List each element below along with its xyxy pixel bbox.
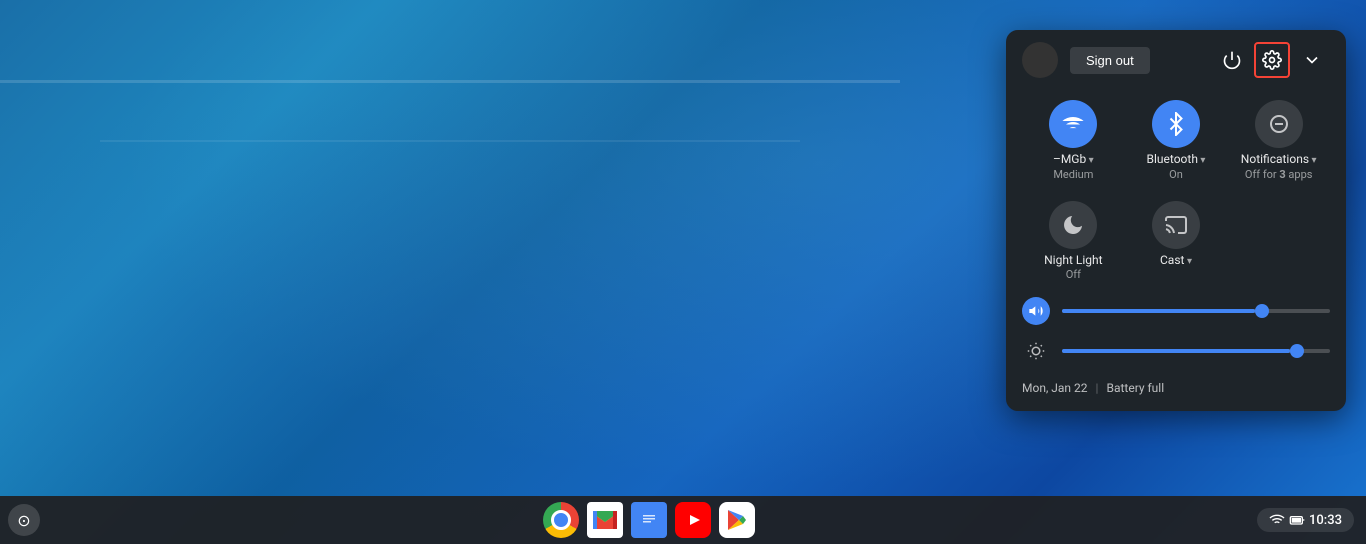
footer-divider: | — [1096, 381, 1099, 395]
volume-slider-track[interactable] — [1062, 309, 1330, 313]
volume-icon-circle — [1022, 297, 1050, 325]
gear-icon — [1262, 50, 1282, 70]
wifi-toggle[interactable]: –MGb ▾ Medium — [1022, 90, 1125, 191]
bluetooth-sublabel: On — [1169, 168, 1183, 181]
nightlight-label: Night Light — [1044, 253, 1102, 269]
bluetooth-label: Bluetooth ▾ — [1147, 152, 1206, 168]
nightlight-toggle-circle — [1049, 201, 1097, 249]
toggles-row-2: Night Light Off Cast ▾ — [1006, 191, 1346, 292]
notifications-sublabel: Off for 3 apps — [1245, 168, 1313, 181]
settings-button[interactable] — [1254, 42, 1290, 78]
panel-footer: Mon, Jan 22 | Battery full — [1006, 371, 1346, 399]
gmail-icon — [587, 502, 623, 538]
taskbar-right: 10:33 — [1257, 508, 1366, 532]
notifications-toggle[interactable]: Notifications ▾ Off for 3 apps — [1227, 90, 1330, 191]
chrome-icon — [543, 502, 579, 538]
wifi-icon — [1061, 112, 1085, 136]
brightness-slider-thumb — [1290, 344, 1304, 358]
taskbar-left — [0, 504, 40, 536]
tray-time: 10:33 — [1309, 513, 1342, 528]
nightlight-sublabel: Off — [1066, 268, 1081, 281]
system-tray[interactable]: 10:33 — [1257, 508, 1354, 532]
taskbar: 10:33 — [0, 496, 1366, 544]
youtube-icon — [675, 502, 711, 538]
cast-label: Cast ▾ — [1160, 253, 1192, 269]
panel-header-icons — [1214, 42, 1330, 78]
bluetooth-icon — [1164, 112, 1188, 136]
docs-icon — [631, 502, 667, 538]
power-button[interactable] — [1214, 42, 1250, 78]
volume-slider-row — [1006, 291, 1346, 331]
bluetooth-toggle-circle — [1152, 100, 1200, 148]
brightness-icon-plain — [1022, 337, 1050, 365]
launcher-button[interactable] — [8, 504, 40, 536]
youtube-app[interactable] — [673, 500, 713, 540]
sign-out-button[interactable]: Sign out — [1070, 47, 1150, 74]
toggles-row-1: –MGb ▾ Medium Bluetooth ▾ On — [1006, 90, 1346, 191]
chevron-down-icon — [1302, 50, 1322, 70]
bluetooth-toggle[interactable]: Bluetooth ▾ On — [1125, 90, 1228, 191]
brightness-slider-row — [1006, 331, 1346, 371]
expand-button[interactable] — [1294, 42, 1330, 78]
empty-toggle — [1227, 191, 1330, 292]
cast-icon — [1164, 213, 1188, 237]
chrome-app[interactable] — [541, 500, 581, 540]
desktop-wave-2 — [100, 140, 800, 320]
brightness-slider-track[interactable] — [1062, 349, 1330, 353]
battery-tray-icon — [1289, 512, 1305, 528]
volume-slider-fill — [1062, 309, 1255, 313]
brightness-slider-fill — [1062, 349, 1290, 353]
nightlight-toggle[interactable]: Night Light Off — [1022, 191, 1125, 292]
power-icon — [1222, 50, 1242, 70]
quick-settings-panel: Sign out — [1006, 30, 1346, 411]
wifi-sublabel: Medium — [1053, 168, 1093, 181]
notifications-off-icon — [1267, 112, 1291, 136]
cast-toggle-circle — [1152, 201, 1200, 249]
wifi-label: –MGb ▾ — [1053, 152, 1094, 168]
brightness-icon — [1027, 342, 1045, 360]
playstore-icon — [719, 502, 755, 538]
playstore-app[interactable] — [717, 500, 757, 540]
docs-app[interactable] — [629, 500, 669, 540]
notifications-label: Notifications ▾ — [1241, 152, 1317, 168]
volume-icon — [1028, 303, 1044, 319]
avatar — [1022, 42, 1058, 78]
cast-toggle[interactable]: Cast ▾ — [1125, 191, 1228, 292]
nightlight-icon — [1061, 213, 1085, 237]
notifications-toggle-circle — [1255, 100, 1303, 148]
wifi-toggle-circle — [1049, 100, 1097, 148]
panel-header: Sign out — [1006, 30, 1346, 90]
volume-slider-thumb — [1255, 304, 1269, 318]
footer-battery-status: Battery full — [1106, 381, 1164, 395]
desktop-wave-1 — [0, 80, 900, 280]
footer-date: Mon, Jan 22 — [1022, 381, 1088, 395]
taskbar-center — [40, 500, 1257, 540]
desktop: Sign out — [0, 0, 1366, 544]
wifi-tray-icon — [1269, 512, 1285, 528]
gmail-app[interactable] — [585, 500, 625, 540]
